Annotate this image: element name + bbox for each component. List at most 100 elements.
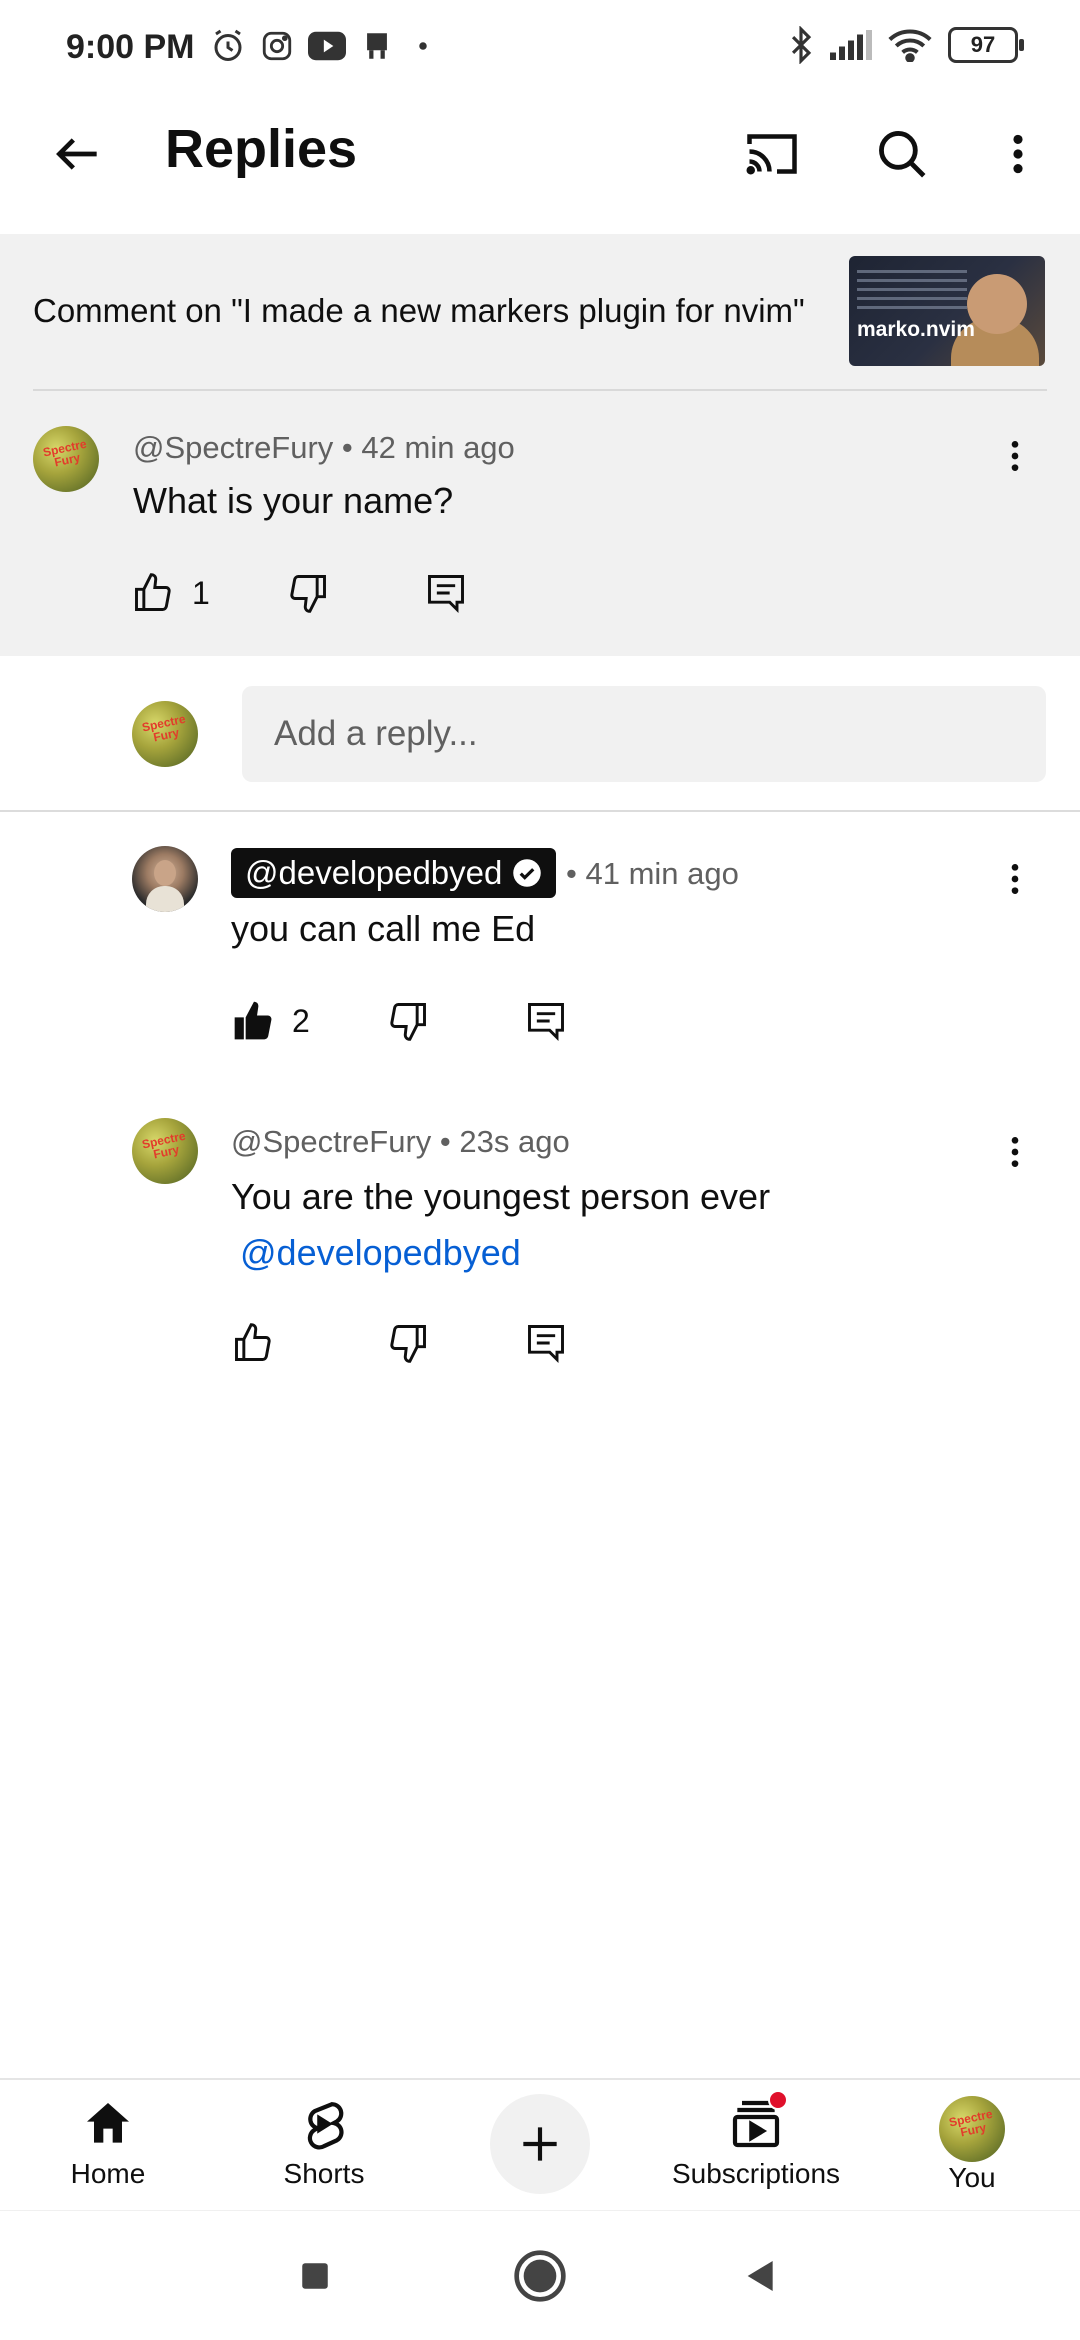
avatar-logo-text: Spectre Fury bbox=[140, 1128, 187, 1162]
current-user-avatar: Spectre Fury bbox=[132, 701, 198, 767]
shorts-icon bbox=[307, 2102, 344, 2150]
instagram-icon bbox=[262, 31, 292, 61]
reply-more-button[interactable] bbox=[995, 849, 1035, 909]
thumbnail-label: marko.nvim bbox=[857, 318, 975, 341]
nav-subscriptions[interactable]: Subscriptions bbox=[666, 2090, 846, 2190]
thumbs-up-icon bbox=[128, 568, 178, 618]
home-system-button[interactable] bbox=[507, 2243, 573, 2309]
reply-text: You are the youngest person ever bbox=[231, 1176, 771, 1217]
avatar[interactable] bbox=[132, 846, 198, 912]
like-button[interactable]: 2 bbox=[228, 996, 310, 1046]
reply-time-meta: • 41 min ago bbox=[566, 856, 739, 891]
reply-time: 41 min ago bbox=[585, 856, 739, 891]
comment-meta: @SpectreFury • 42 min ago bbox=[133, 430, 515, 465]
avatar[interactable]: Spectre Fury bbox=[132, 1118, 198, 1184]
you-avatar: Spectre Fury bbox=[939, 2096, 1005, 2162]
divider bbox=[33, 389, 1047, 391]
nav-home-label: Home bbox=[70, 2158, 146, 2189]
search-button[interactable] bbox=[864, 116, 940, 192]
comment-icon bbox=[521, 996, 571, 1046]
more-vert-icon bbox=[1011, 1137, 1019, 1167]
create-button[interactable] bbox=[490, 2094, 590, 2194]
video-context-text: Comment on "I made a new markers plugin … bbox=[33, 292, 805, 329]
back-system-button[interactable] bbox=[728, 2243, 794, 2309]
avatar-logo-text: Spectre Fury bbox=[140, 711, 187, 745]
more-vert-icon bbox=[1011, 441, 1019, 471]
avatar-logo-text: Spectre Fury bbox=[41, 436, 88, 470]
search-icon bbox=[879, 131, 926, 178]
comment-time: 42 min ago bbox=[361, 430, 515, 465]
bottom-navigation: Home Shorts Subscriptions Spectre Fury Yo… bbox=[0, 2078, 1080, 2210]
plus-icon bbox=[523, 2127, 557, 2161]
home-icon bbox=[87, 2103, 129, 2143]
system-navigation-bar bbox=[0, 2210, 1080, 2340]
comment-icon bbox=[521, 1318, 571, 1368]
status-icons-left bbox=[210, 28, 438, 64]
reply-more-button[interactable] bbox=[995, 1122, 1035, 1182]
reply-button[interactable] bbox=[521, 996, 571, 1046]
avatar[interactable]: Spectre Fury bbox=[33, 426, 99, 492]
reply-author: @developedbyed bbox=[245, 854, 503, 891]
like-count: 1 bbox=[192, 574, 210, 611]
app-bar: Replies bbox=[0, 96, 1080, 234]
thumbs-down-icon bbox=[283, 568, 333, 618]
reply-text: you can call me Ed bbox=[231, 908, 536, 949]
mention-link[interactable]: @developedbyed bbox=[240, 1232, 521, 1274]
thumbs-up-icon bbox=[228, 1318, 278, 1368]
nav-home[interactable]: Home bbox=[18, 2096, 198, 2190]
reply-author[interactable]: @SpectreFury bbox=[231, 1124, 431, 1159]
signal-icon bbox=[830, 30, 872, 60]
nav-shorts[interactable]: Shorts bbox=[234, 2096, 414, 2190]
battery-icon: 97 bbox=[948, 27, 1024, 63]
like-button[interactable]: 1 bbox=[128, 568, 210, 618]
nav-subscriptions-label: Subscriptions bbox=[671, 2158, 841, 2189]
reply-button[interactable] bbox=[421, 568, 471, 618]
recents-button[interactable] bbox=[282, 2243, 348, 2309]
more-vert-icon bbox=[1013, 134, 1023, 174]
square-icon bbox=[302, 2263, 328, 2289]
youtube-icon bbox=[308, 31, 346, 61]
dot-icon bbox=[419, 42, 427, 50]
reply-time: 23s ago bbox=[459, 1124, 570, 1159]
back-button[interactable] bbox=[40, 116, 116, 192]
replies-screen: 9:00 PM 97 Replies Comment on "I made a … bbox=[0, 0, 1080, 2340]
circle-icon bbox=[514, 2250, 566, 2302]
more-vert-icon bbox=[1011, 864, 1019, 894]
parent-comment-section: Comment on "I made a new markers plugin … bbox=[0, 234, 1080, 656]
comment-more-button[interactable] bbox=[995, 426, 1035, 486]
status-icons-right: 97 bbox=[788, 26, 1024, 64]
subscriptions-icon-wrap bbox=[726, 2090, 788, 2152]
more-options-button[interactable] bbox=[980, 116, 1056, 192]
avatar-shirt bbox=[146, 886, 184, 912]
comment-author[interactable]: @SpectreFury bbox=[133, 430, 333, 465]
comment-text: What is your name? bbox=[133, 480, 454, 521]
divider bbox=[0, 810, 1080, 812]
dislike-button[interactable] bbox=[283, 568, 333, 618]
like-button[interactable] bbox=[228, 1318, 278, 1368]
dislike-button[interactable] bbox=[383, 996, 433, 1046]
notification-dot bbox=[768, 2090, 788, 2110]
cast-button[interactable] bbox=[734, 116, 810, 192]
reply-input[interactable]: Add a reply... bbox=[242, 686, 1046, 782]
alarm-icon bbox=[214, 29, 242, 61]
avatar-logo-text: Spectre Fury bbox=[947, 2106, 994, 2140]
dislike-button[interactable] bbox=[383, 1318, 433, 1368]
reply-meta: @SpectreFury • 23s ago bbox=[231, 1124, 570, 1159]
bluetooth-icon bbox=[791, 26, 812, 64]
thumbnail-person-head bbox=[967, 274, 1027, 334]
reply-button[interactable] bbox=[521, 1318, 571, 1368]
status-bar: 9:00 PM 97 bbox=[0, 0, 1080, 96]
notification-icon bbox=[367, 33, 387, 59]
nav-you-label: You bbox=[948, 2162, 996, 2193]
thumbs-down-icon bbox=[383, 996, 433, 1046]
channel-owner-badge[interactable]: @developedbyed bbox=[231, 848, 557, 898]
nav-shorts-label: Shorts bbox=[283, 2158, 365, 2189]
page-title: Replies bbox=[165, 119, 358, 179]
cast-icon bbox=[746, 134, 797, 175]
video-thumbnail[interactable]: marko.nvim bbox=[849, 256, 1045, 366]
nav-you[interactable]: Spectre Fury You bbox=[882, 2096, 1062, 2194]
wifi-icon bbox=[888, 29, 932, 62]
status-time: 9:00 PM bbox=[66, 28, 195, 66]
triangle-back-icon bbox=[747, 2261, 773, 2291]
video-context[interactable]: Comment on "I made a new markers plugin … bbox=[0, 234, 1080, 390]
